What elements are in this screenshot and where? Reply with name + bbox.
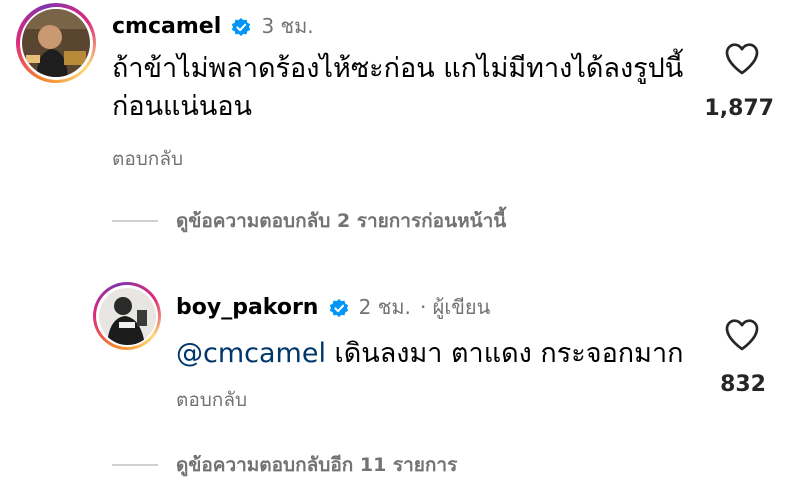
comment-2: boy_pakorn 2 ชม. · ผู้เขียน @cmcamel เดิ… [0, 250, 800, 485]
comment-time: 2 ชม. [358, 295, 411, 319]
like-button[interactable] [722, 314, 762, 354]
avatar [98, 287, 156, 345]
verified-badge-icon [230, 16, 252, 42]
heart-outline-icon [725, 43, 759, 75]
verified-badge-icon [328, 297, 350, 323]
comment-text-line: ถ้าข้าไม่พลาดร้องไห้ซะก่อน แกไม่มีทางได้… [112, 53, 684, 84]
comment-text: เดินลงมา ตาแดง กระจอกมาก [325, 338, 684, 369]
avatar-ring[interactable] [93, 282, 161, 350]
mention-link[interactable]: @cmcamel [176, 338, 326, 369]
view-previous-replies[interactable]: ดูข้อความตอบกลับ 2 รายการก่อนหน้านี้ [112, 206, 506, 236]
avatar [22, 9, 90, 77]
divider-dash [112, 220, 158, 222]
heart-outline-icon [725, 319, 759, 351]
like-count: 1,877 [704, 96, 774, 121]
view-more-replies[interactable]: ดูข้อความตอบกลับอีก 11 รายการ [112, 450, 457, 480]
comment-time: 3 ชม. [261, 14, 314, 38]
comment-text-line: ก่อนแน่นอน [112, 91, 253, 122]
avatar-ring[interactable] [16, 3, 96, 83]
author-tag: · ผู้เขียน [419, 295, 491, 319]
comment-username[interactable]: boy_pakorn [176, 295, 318, 320]
divider-dash [112, 464, 158, 466]
comment-1: cmcamel 3 ชม. ถ้าข้าไม่พลาดร้องไห้ซะก่อน… [0, 0, 800, 250]
reply-button[interactable]: ตอบกลับ [176, 385, 247, 415]
comment-username[interactable]: cmcamel [112, 14, 221, 39]
like-count: 832 [720, 372, 766, 397]
reply-button[interactable]: ตอบกลับ [112, 144, 183, 174]
like-button[interactable] [722, 38, 762, 78]
